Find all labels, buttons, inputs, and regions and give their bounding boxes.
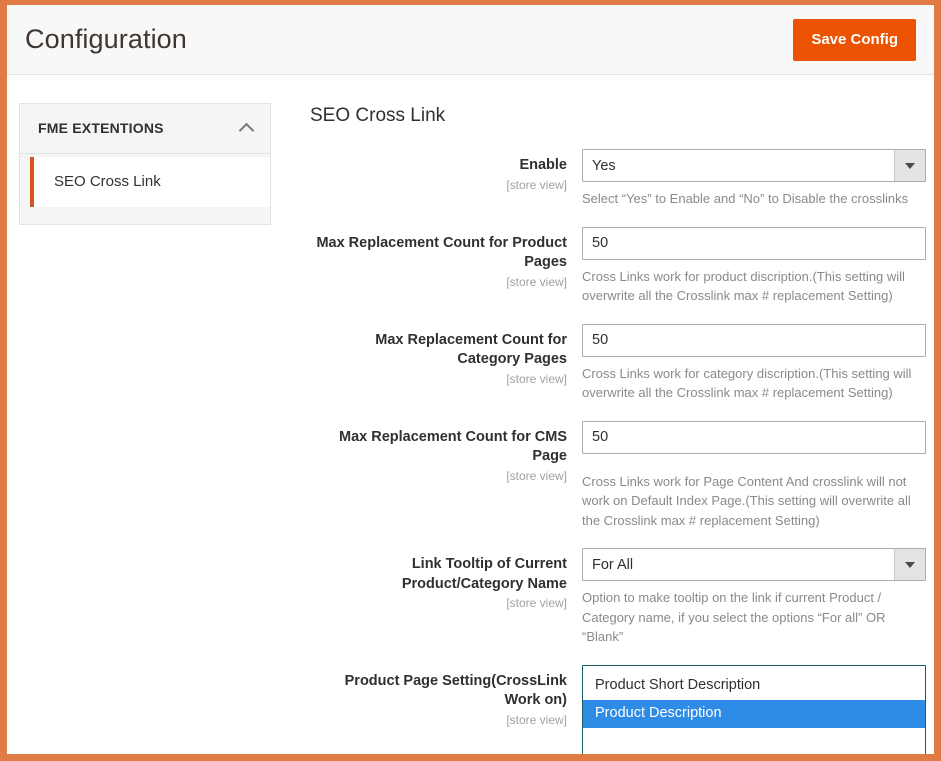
field-row-max-replacement-category: Max Replacement Count for Category Pages… [310,324,926,403]
field-scope-enable: [store view] [310,178,567,194]
field-label-max-replacement-product: Max Replacement Count for Product Pages [310,234,567,273]
multiselect-option-product-short-description[interactable]: Product Short Description [583,672,925,700]
field-scope-max-replacement-product: [store view] [310,275,567,291]
section-heading-seo-cross-link: SEO Cross Link [310,105,926,127]
field-label-link-tooltip-col: Link Tooltip of Current Product/Category… [310,548,582,612]
chevron-down-icon[interactable] [894,150,925,181]
field-label-max-replacement-cms: Max Replacement Count for CMS Page [310,428,567,467]
sidebar-item-list: SEO Cross Link [20,154,270,210]
link-tooltip-select-value: For All [583,557,894,573]
config-sidebar: FME EXTENTIONS SEO Cross Link [19,103,271,225]
field-label-enable-col: Enable [store view] [310,149,582,193]
field-label-product-page-setting-col: Product Page Setting(CrossLink Work on) … [310,665,582,729]
page-title: Configuration [25,26,793,53]
field-control-max-replacement-category-col: Cross Links work for category discriptio… [582,324,926,403]
max-replacement-category-input[interactable] [582,324,926,357]
page-header: Configuration Save Config [7,5,934,75]
field-scope-max-replacement-cms: [store view] [310,469,567,485]
field-label-product-page-setting: Product Page Setting(CrossLink Work on) [310,672,567,711]
max-replacement-cms-input[interactable] [582,421,926,454]
field-control-product-page-setting-col: Product Short Description Product Descri… [582,665,926,761]
chevron-up-icon[interactable] [240,121,254,135]
field-note-max-replacement-category: Cross Links work for category discriptio… [582,364,926,403]
field-label-link-tooltip: Link Tooltip of Current Product/Category… [310,555,567,594]
field-scope-max-replacement-category: [store view] [310,372,567,388]
product-page-setting-multiselect[interactable]: Product Short Description Product Descri… [582,665,926,761]
field-label-max-replacement-category: Max Replacement Count for Category Pages [310,331,567,370]
sidebar-section-title: FME EXTENTIONS [38,120,164,136]
field-note-link-tooltip: Option to make tooltip on the link if cu… [582,588,926,647]
field-note-max-replacement-product: Cross Links work for product discription… [582,267,926,306]
field-label-max-replacement-product-col: Max Replacement Count for Product Pages … [310,227,582,291]
field-label-max-replacement-cms-col: Max Replacement Count for CMS Page [stor… [310,421,582,485]
save-config-button[interactable]: Save Config [793,19,916,61]
multiselect-option-product-description[interactable]: Product Description [583,700,925,728]
field-control-enable-col: Yes Select “Yes” to Enable and “No” to D… [582,149,926,209]
field-control-link-tooltip-col: For All Option to make tooltip on the li… [582,548,926,647]
field-scope-product-page-setting: [store view] [310,713,567,729]
sidebar-footer-strip [20,210,270,224]
field-label-max-replacement-category-col: Max Replacement Count for Category Pages… [310,324,582,388]
field-row-max-replacement-cms: Max Replacement Count for CMS Page [stor… [310,421,926,531]
enable-select[interactable]: Yes [582,149,926,182]
field-row-link-tooltip: Link Tooltip of Current Product/Category… [310,548,926,647]
page-body: FME EXTENTIONS SEO Cross Link SEO Cross … [7,75,934,761]
field-label-enable: Enable [310,156,567,176]
config-content: SEO Cross Link Enable [store view] Yes S… [271,103,936,761]
sidebar-section-fme-extentions[interactable]: FME EXTENTIONS [20,104,270,154]
max-replacement-product-input[interactable] [582,227,926,260]
configuration-page: Configuration Save Config FME EXTENTIONS… [0,0,941,761]
sidebar-item-seo-cross-link[interactable]: SEO Cross Link [30,157,270,207]
field-row-max-replacement-product: Max Replacement Count for Product Pages … [310,227,926,306]
field-scope-link-tooltip: [store view] [310,596,567,612]
sidebar-item-label: SEO Cross Link [54,173,161,190]
resize-handle-icon[interactable] [911,757,923,761]
field-row-enable: Enable [store view] Yes Select “Yes” to … [310,149,926,209]
field-row-product-page-setting: Product Page Setting(CrossLink Work on) … [310,665,926,761]
field-control-max-replacement-cms-col: Cross Links work for Page Content And cr… [582,421,926,531]
chevron-down-icon[interactable] [894,549,925,580]
link-tooltip-select[interactable]: For All [582,548,926,581]
field-note-max-replacement-cms: Cross Links work for Page Content And cr… [582,472,926,531]
field-note-enable: Select “Yes” to Enable and “No” to Disab… [582,189,926,209]
field-control-max-replacement-product-col: Cross Links work for product discription… [582,227,926,306]
enable-select-value: Yes [583,158,894,174]
